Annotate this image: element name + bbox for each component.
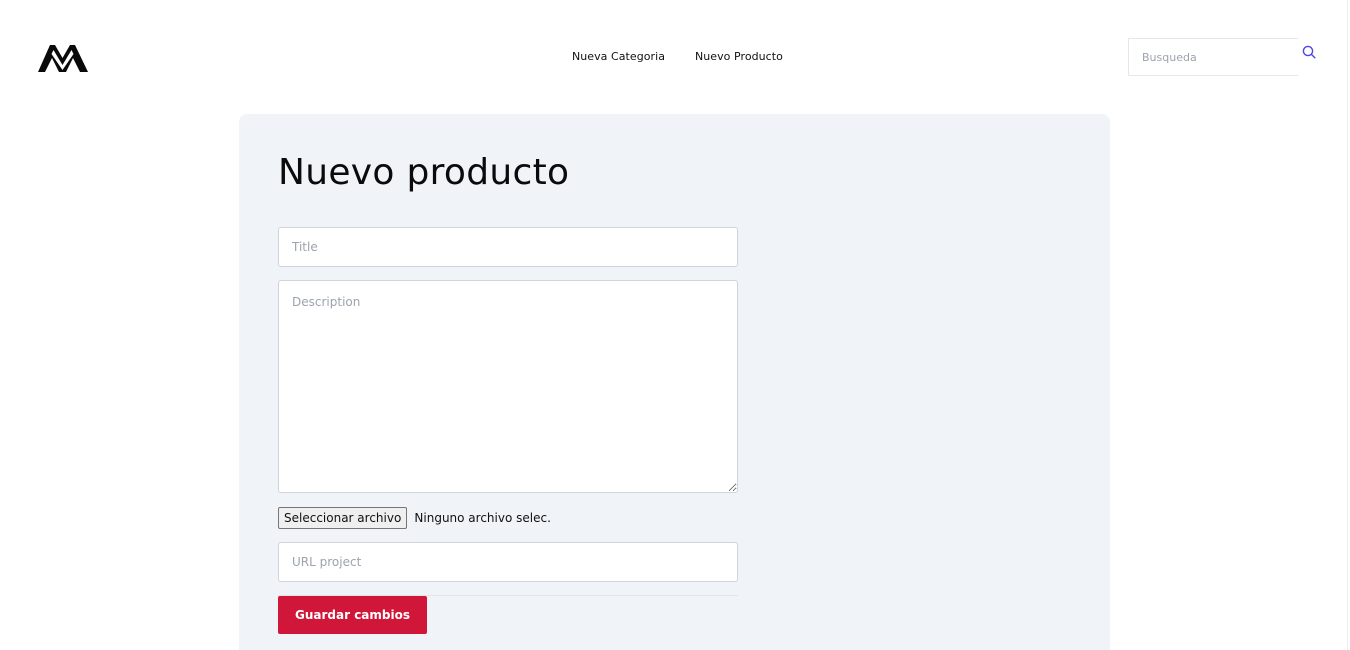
search-box (1128, 38, 1298, 76)
file-status-text: Ninguno archivo selec. (414, 511, 551, 525)
save-changes-button[interactable]: Guardar cambios (278, 596, 427, 634)
title-input[interactable] (278, 227, 738, 267)
file-input: Seleccionar archivo Ninguno archivo sele… (278, 507, 551, 529)
page: Nueva Categoria Nuevo Producto Nuevo pro… (0, 0, 1350, 650)
nav-link-nueva-categoria[interactable]: Nueva Categoria (572, 50, 665, 63)
page-title: Nuevo producto (278, 152, 570, 193)
nav-link-nuevo-producto[interactable]: Nuevo Producto (695, 50, 783, 63)
select-file-button[interactable]: Seleccionar archivo (278, 507, 408, 529)
search-input[interactable] (1129, 39, 1298, 75)
search-icon[interactable] (1302, 45, 1316, 59)
url-project-input[interactable] (278, 542, 738, 582)
description-textarea[interactable] (278, 280, 738, 493)
scrollbar-edge (1347, 0, 1348, 650)
